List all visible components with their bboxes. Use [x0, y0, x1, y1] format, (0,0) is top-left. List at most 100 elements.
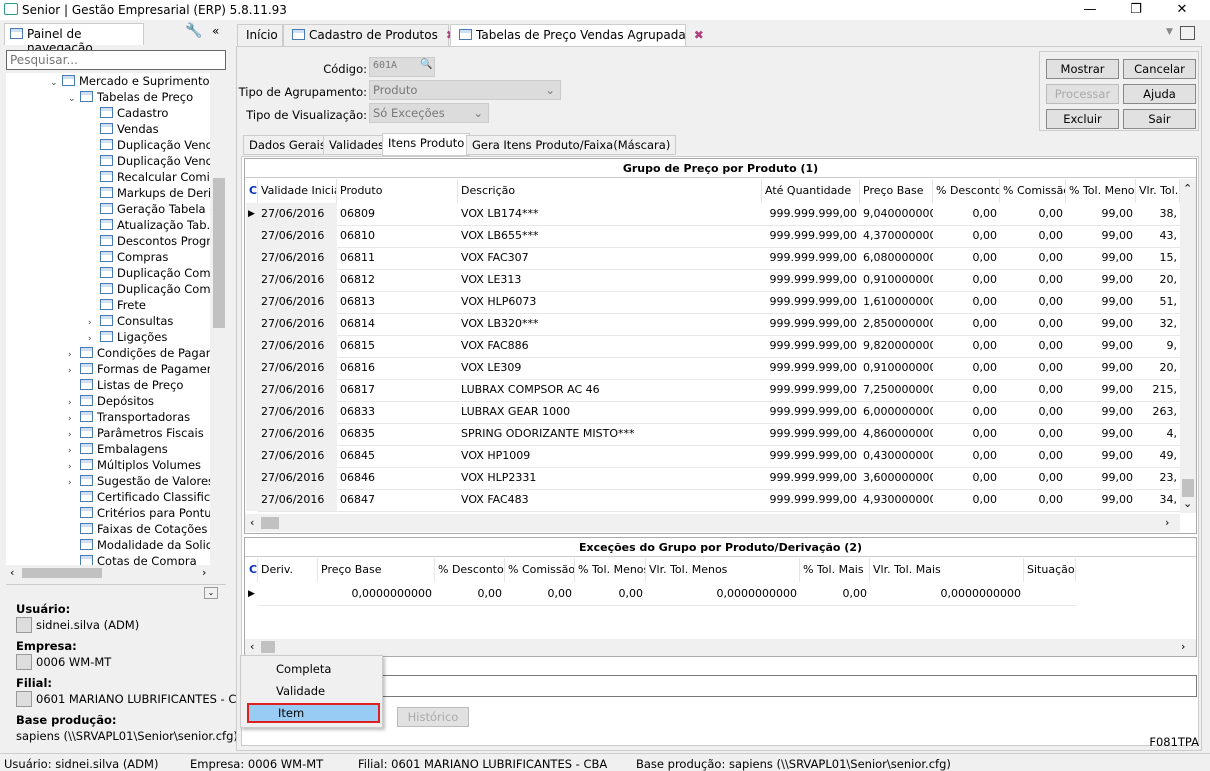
grid1-cell[interactable]: 27/06/2016	[258, 291, 337, 313]
cancelar-button[interactable]: Cancelar	[1123, 59, 1196, 79]
grid1-cell[interactable]: 999.999.999,00	[762, 335, 860, 357]
grid1-cell[interactable]: 06812	[337, 269, 458, 291]
tree-item[interactable]: Markups de Deri	[100, 185, 210, 201]
close-tab-icon[interactable]: ✖	[694, 28, 704, 42]
grid1-cell[interactable]: 20,	[1136, 357, 1180, 379]
row-indicator[interactable]	[246, 291, 258, 313]
grid1-vscrollbar[interactable]: ⌃ ⌄	[1180, 179, 1196, 513]
tree-item[interactable]: Frete	[100, 297, 146, 313]
restore-icon[interactable]	[1180, 26, 1195, 40]
grid1-cell[interactable]: 06847	[337, 489, 458, 511]
chevron-down-icon[interactable]: ⌄	[68, 91, 80, 107]
menu-item-completa[interactable]: Completa	[247, 659, 380, 679]
grid1-cell[interactable]: VOX LB655***	[458, 225, 762, 247]
grid1-cell[interactable]: 0,00	[1000, 489, 1066, 511]
grid1-cell[interactable]: 0,00	[933, 269, 1000, 291]
grid1-cell[interactable]: 4,9300000000	[860, 489, 933, 511]
grid1-cell[interactable]: 999.999.999,00	[762, 423, 860, 445]
grid1-cell[interactable]: 99,00	[1066, 379, 1136, 401]
grid1-cell[interactable]: 0,00	[933, 203, 1000, 225]
grid1-cell[interactable]: VOX HLP6073	[458, 291, 762, 313]
grid1-header[interactable]: C	[246, 179, 258, 203]
grid1-cell[interactable]: 4,	[1136, 423, 1180, 445]
grid1-cell[interactable]: 0,00	[1000, 225, 1066, 247]
grid2-header[interactable]: Vlr. Tol. Mais	[870, 558, 1024, 582]
grid1-cell[interactable]: 999.999.999,00	[762, 269, 860, 291]
grid1-cell[interactable]: 27/06/2016	[258, 225, 337, 247]
grid1-cell[interactable]: 4,3700000000	[860, 225, 933, 247]
tree-item[interactable]: Modalidade da Solic	[68, 537, 210, 553]
grid1-cell[interactable]: 0,00	[933, 379, 1000, 401]
grid1-cell[interactable]: 34,	[1136, 489, 1180, 511]
grid1-header[interactable]: Até Quantidade	[762, 179, 860, 203]
row-indicator[interactable]	[246, 313, 258, 335]
close-button[interactable]: ✕	[1162, 0, 1202, 20]
tree-item[interactable]: Compras	[100, 249, 168, 265]
grid1-cell[interactable]: 99,00	[1066, 225, 1136, 247]
grid1-cell[interactable]: 99,00	[1066, 445, 1136, 467]
grid1-cell[interactable]: 27/06/2016	[258, 379, 337, 401]
minimize-button[interactable]: —	[1070, 0, 1110, 20]
grid1-cell[interactable]: 999.999.999,00	[762, 247, 860, 269]
tree-item[interactable]: Geração Tabela c	[100, 201, 210, 217]
tab-dados-gerais[interactable]: Dados Gerais	[243, 135, 332, 155]
grid1-header[interactable]: % Comissão	[1000, 179, 1066, 203]
grid1-cell[interactable]: 0,4300000000	[860, 445, 933, 467]
grid1-cell[interactable]: 06817	[337, 379, 458, 401]
row-indicator[interactable]	[246, 225, 258, 247]
grid1-cell[interactable]: 9,0400000000	[860, 203, 933, 225]
grid1-cell[interactable]: 0,00	[933, 423, 1000, 445]
grid1-cell[interactable]: 0,00	[933, 445, 1000, 467]
grid2-cell[interactable]: 0,00	[800, 583, 870, 605]
tab-gera-itens[interactable]: Gera Itens Produto/Faixa(Máscara)	[466, 135, 677, 155]
grid2-header[interactable]: Preço Base	[318, 558, 435, 582]
grid2-cell[interactable]: 0,0000000000	[318, 583, 435, 605]
historico-button[interactable]: Histórico	[397, 707, 469, 727]
grid1-header[interactable]: Vlr. Tol.	[1136, 179, 1180, 203]
grid1-cell[interactable]: 27/06/2016	[258, 445, 337, 467]
processar-button[interactable]: Processar	[1046, 84, 1119, 104]
nav-search-input[interactable]	[6, 50, 226, 70]
grid2-cell[interactable]	[1024, 583, 1076, 605]
grid1-cell[interactable]: 99,00	[1066, 467, 1136, 489]
grid1-hscrollbar[interactable]: ‹ ›	[245, 514, 1180, 532]
grid1-cell[interactable]: 999.999.999,00	[762, 379, 860, 401]
grid1-cell[interactable]: VOX FAC483	[458, 489, 762, 511]
grid1-header[interactable]: Descrição	[458, 179, 762, 203]
row-indicator[interactable]	[246, 379, 258, 401]
grid1-cell[interactable]: 06815	[337, 335, 458, 357]
grid1-cell[interactable]: 27/06/2016	[258, 203, 337, 225]
grid1-cell[interactable]: 2,8500000000	[860, 313, 933, 335]
tree-hscrollbar[interactable]: ‹ ›	[6, 565, 226, 581]
ajuda-button[interactable]: Ajuda	[1123, 84, 1196, 104]
grid1-cell[interactable]: 0,00	[933, 489, 1000, 511]
tree-item[interactable]: › Consultas	[88, 313, 173, 329]
grid1-cell[interactable]: 263,	[1136, 401, 1180, 423]
grid1-cell[interactable]: 06833	[337, 401, 458, 423]
grid2-cell[interactable]: 0,00	[575, 583, 646, 605]
excluir-button[interactable]: Excluir	[1046, 109, 1119, 129]
observation-field[interactable]	[245, 675, 1197, 697]
tree-item[interactable]: Atualização Tab.	[100, 217, 210, 233]
grid1-cell[interactable]: 999.999.999,00	[762, 313, 860, 335]
grid1-cell[interactable]: 0,00	[1000, 269, 1066, 291]
tree-item[interactable]: › Condições de Pagan	[68, 345, 210, 361]
grid1-cell[interactable]: 06816	[337, 357, 458, 379]
grid1-cell[interactable]: 15,	[1136, 247, 1180, 269]
tree-item[interactable]: › Ligações	[88, 329, 167, 345]
grid1-cell[interactable]: 06835	[337, 423, 458, 445]
grid1-cell[interactable]: 51,	[1136, 291, 1180, 313]
tree-item[interactable]: Duplicação Venc	[100, 153, 210, 169]
grid1-cell[interactable]: 0,00	[933, 357, 1000, 379]
nav-panel-tab[interactable]: Painel de navegação	[4, 23, 144, 55]
grid1-cell[interactable]: 4,8600000000	[860, 423, 933, 445]
grid1-cell[interactable]: 06846	[337, 467, 458, 489]
tree-item[interactable]: ⌄ Tabelas de Preço	[68, 89, 193, 105]
menu-item-item[interactable]: Item	[247, 703, 380, 723]
grid1-cell[interactable]: 99,00	[1066, 335, 1136, 357]
grid1-cell[interactable]: 32,	[1136, 313, 1180, 335]
grid1-cell[interactable]: 06810	[337, 225, 458, 247]
agrupamento-select[interactable]: Produto ⌄	[369, 80, 561, 100]
tree-item[interactable]: Duplicação Com	[100, 265, 210, 281]
sair-button[interactable]: Sair	[1123, 109, 1196, 129]
